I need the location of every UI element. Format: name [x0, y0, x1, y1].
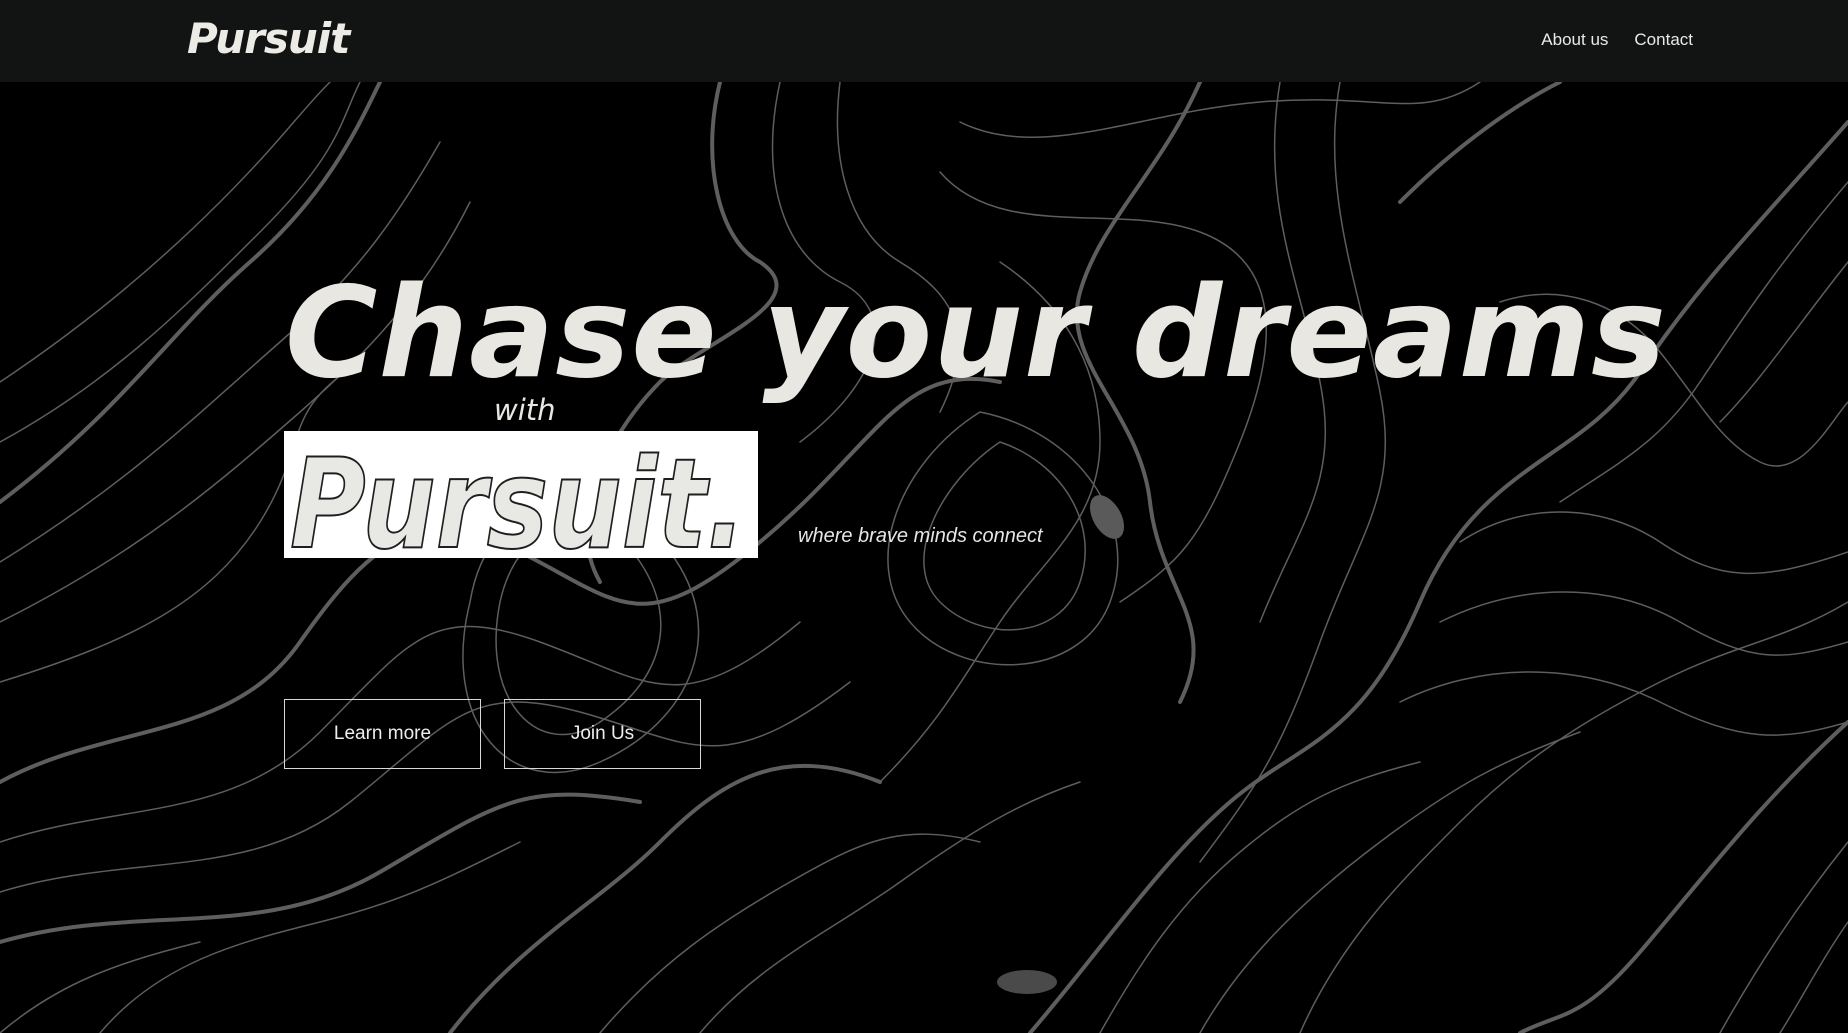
hero-with-text: with	[494, 393, 556, 427]
nav-links: About us Contact	[1541, 30, 1693, 50]
hero-title: Chase your dreams	[285, 259, 1668, 406]
brand-mark-svg: Pursuit.	[289, 432, 747, 558]
nav-link-about-us[interactable]: About us	[1541, 30, 1608, 50]
join-us-button[interactable]: Join Us	[504, 699, 701, 769]
brand-mark-box: Pursuit.	[284, 431, 758, 558]
nav-link-contact[interactable]: Contact	[1634, 30, 1693, 50]
hero-tagline: where brave minds connect	[798, 525, 1043, 547]
brand-mark-text: Pursuit.	[290, 433, 746, 558]
top-navbar: Pursuit About us Contact	[0, 0, 1848, 82]
brand-logo[interactable]: Pursuit	[187, 14, 350, 63]
learn-more-button[interactable]: Learn more	[284, 699, 481, 769]
topographic-background	[0, 82, 1848, 1033]
